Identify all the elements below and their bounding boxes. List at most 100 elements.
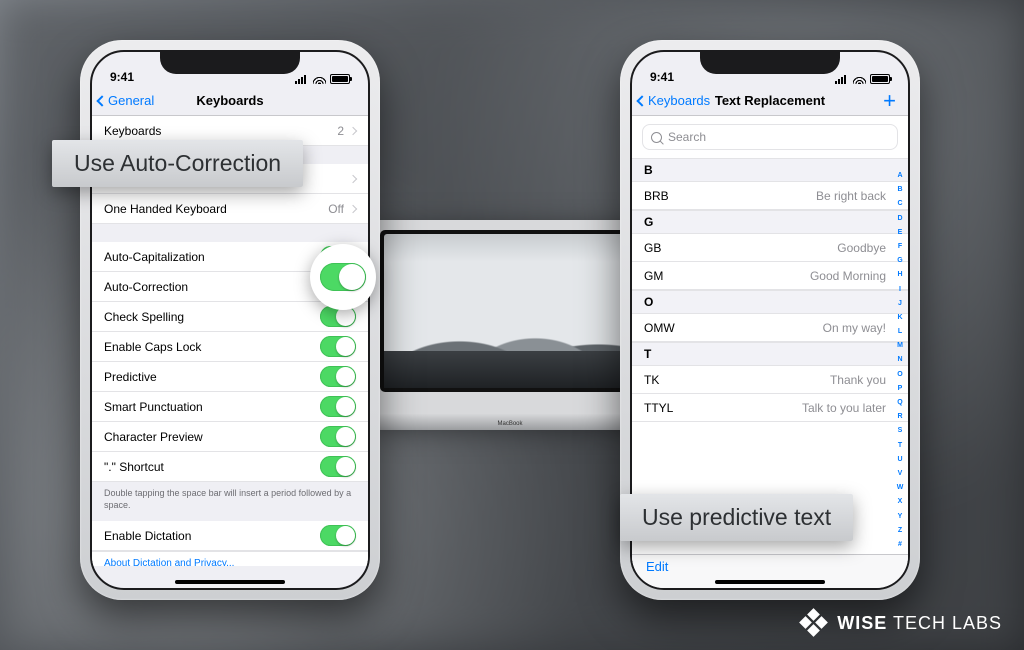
search-input[interactable]: Search [642,124,898,150]
macbook-background: MacBook [370,220,650,420]
wifi-icon [313,74,326,84]
row-label: Auto-Correction [104,280,188,294]
toggle-switch[interactable] [320,366,356,387]
row-check-spelling[interactable]: Check Spelling [92,302,368,332]
phrase-text: Goodbye [837,241,886,255]
wifi-icon [853,74,866,84]
index-letter[interactable]: E [895,229,905,236]
index-letter[interactable]: K [895,314,905,321]
back-label: General [108,93,154,108]
home-indicator[interactable] [175,580,285,584]
index-letter[interactable]: S [895,427,905,434]
phone-keyboards-settings: 9:41 General Keyboards Keyboards 2 Text … [80,40,380,600]
row-one-handed-keyboard[interactable]: One Handed Keyboard Off [92,194,368,224]
index-letter[interactable]: U [895,456,905,463]
chevron-right-icon [349,126,357,134]
toggle-switch [320,263,366,291]
index-letter[interactable]: N [895,356,905,363]
replacement-row[interactable]: GMGood Morning [632,262,908,290]
index-letter[interactable]: Z [895,527,905,534]
row-label: Character Preview [104,430,203,444]
index-letter[interactable]: W [895,484,905,491]
index-letter[interactable]: J [895,300,905,307]
index-letter[interactable]: M [895,342,905,349]
row-shortcut[interactable]: "." Shortcut [92,452,368,482]
section-header: O [632,290,908,314]
replacement-row[interactable]: OMWOn my way! [632,314,908,342]
status-time: 9:41 [110,70,134,84]
row-predictive[interactable]: Predictive [92,362,368,392]
brand-bold: WISE [837,613,887,633]
shortcut-text: GB [644,241,661,255]
index-letter[interactable]: A [895,172,905,179]
index-letter[interactable]: Y [895,513,905,520]
toggle-switch[interactable] [320,336,356,357]
row-label: Enable Caps Lock [104,340,201,354]
index-letter[interactable]: X [895,498,905,505]
chevron-right-icon [349,204,357,212]
index-letter[interactable]: P [895,385,905,392]
back-button[interactable]: General [98,93,154,108]
shortcut-text: BRB [644,189,669,203]
toggle-switch[interactable] [320,396,356,417]
notch [160,52,300,74]
toggle-switch[interactable] [320,456,356,477]
replacement-row[interactable]: BRB Be right back [632,182,908,210]
back-button[interactable]: Keyboards [638,93,710,108]
index-letter[interactable]: H [895,271,905,278]
toggle-switch[interactable] [320,525,356,546]
shortcut-text: OMW [644,321,675,335]
index-letter[interactable]: V [895,470,905,477]
add-button[interactable]: + [883,91,896,111]
index-letter[interactable]: I [895,286,905,293]
phrase-text: Good Morning [810,269,886,283]
row-label: Keyboards [104,124,161,138]
shortcut-text: TK [644,373,659,387]
section-header: B [632,158,908,182]
index-letter[interactable]: T [895,442,905,449]
home-indicator[interactable] [715,580,825,584]
toggle-switch[interactable] [320,426,356,447]
battery-icon [870,74,890,84]
page-title: Keyboards [196,93,263,108]
nav-bar: General Keyboards [92,86,368,116]
chevron-right-icon [349,174,357,182]
index-letter[interactable]: O [895,371,905,378]
index-letter[interactable]: R [895,413,905,420]
index-letter[interactable]: # [895,541,905,548]
phrase-text: Be right back [816,189,886,203]
phrase-text: Talk to you later [802,401,886,415]
index-letter[interactable]: C [895,200,905,207]
row-value: 2 [337,124,344,138]
callout-predictive-text: Use predictive text [620,494,853,541]
edit-button[interactable]: Edit [646,559,668,574]
replacement-row[interactable]: GB Goodbye [632,234,908,262]
search-placeholder: Search [668,130,706,144]
index-letter[interactable]: Q [895,399,905,406]
row-smart-punctuation[interactable]: Smart Punctuation [92,392,368,422]
row-character-preview[interactable]: Character Preview [92,422,368,452]
index-letter[interactable]: L [895,328,905,335]
search-icon [651,132,662,143]
replacement-row[interactable]: TK Thank you [632,366,908,394]
cellular-icon [295,74,309,84]
replacement-row[interactable]: TTYLTalk to you later [632,394,908,422]
page-title: Text Replacement [715,93,825,108]
brand-logo-icon [801,610,827,636]
chevron-left-icon [96,95,107,106]
row-label: Auto-Capitalization [104,250,205,264]
row-enable-dictation[interactable]: Enable Dictation [92,521,368,551]
index-letter[interactable]: F [895,243,905,250]
row-enable-caps-lock[interactable]: Enable Caps Lock [92,332,368,362]
index-letter[interactable]: B [895,186,905,193]
dictation-privacy-link[interactable]: About Dictation and Privacy... [92,551,368,566]
alphabet-index[interactable]: ABC DEFGH IJKLMN OPQRS TUVWX YZ # [895,172,905,548]
nav-bar: Keyboards Text Replacement + [632,86,908,116]
section-header: T [632,342,908,366]
phrase-text: Thank you [830,373,886,387]
row-label: Smart Punctuation [104,400,203,414]
index-letter[interactable]: D [895,215,905,222]
zoom-auto-correction-toggle [310,244,376,310]
index-letter[interactable]: G [895,257,905,264]
chevron-left-icon [636,95,647,106]
